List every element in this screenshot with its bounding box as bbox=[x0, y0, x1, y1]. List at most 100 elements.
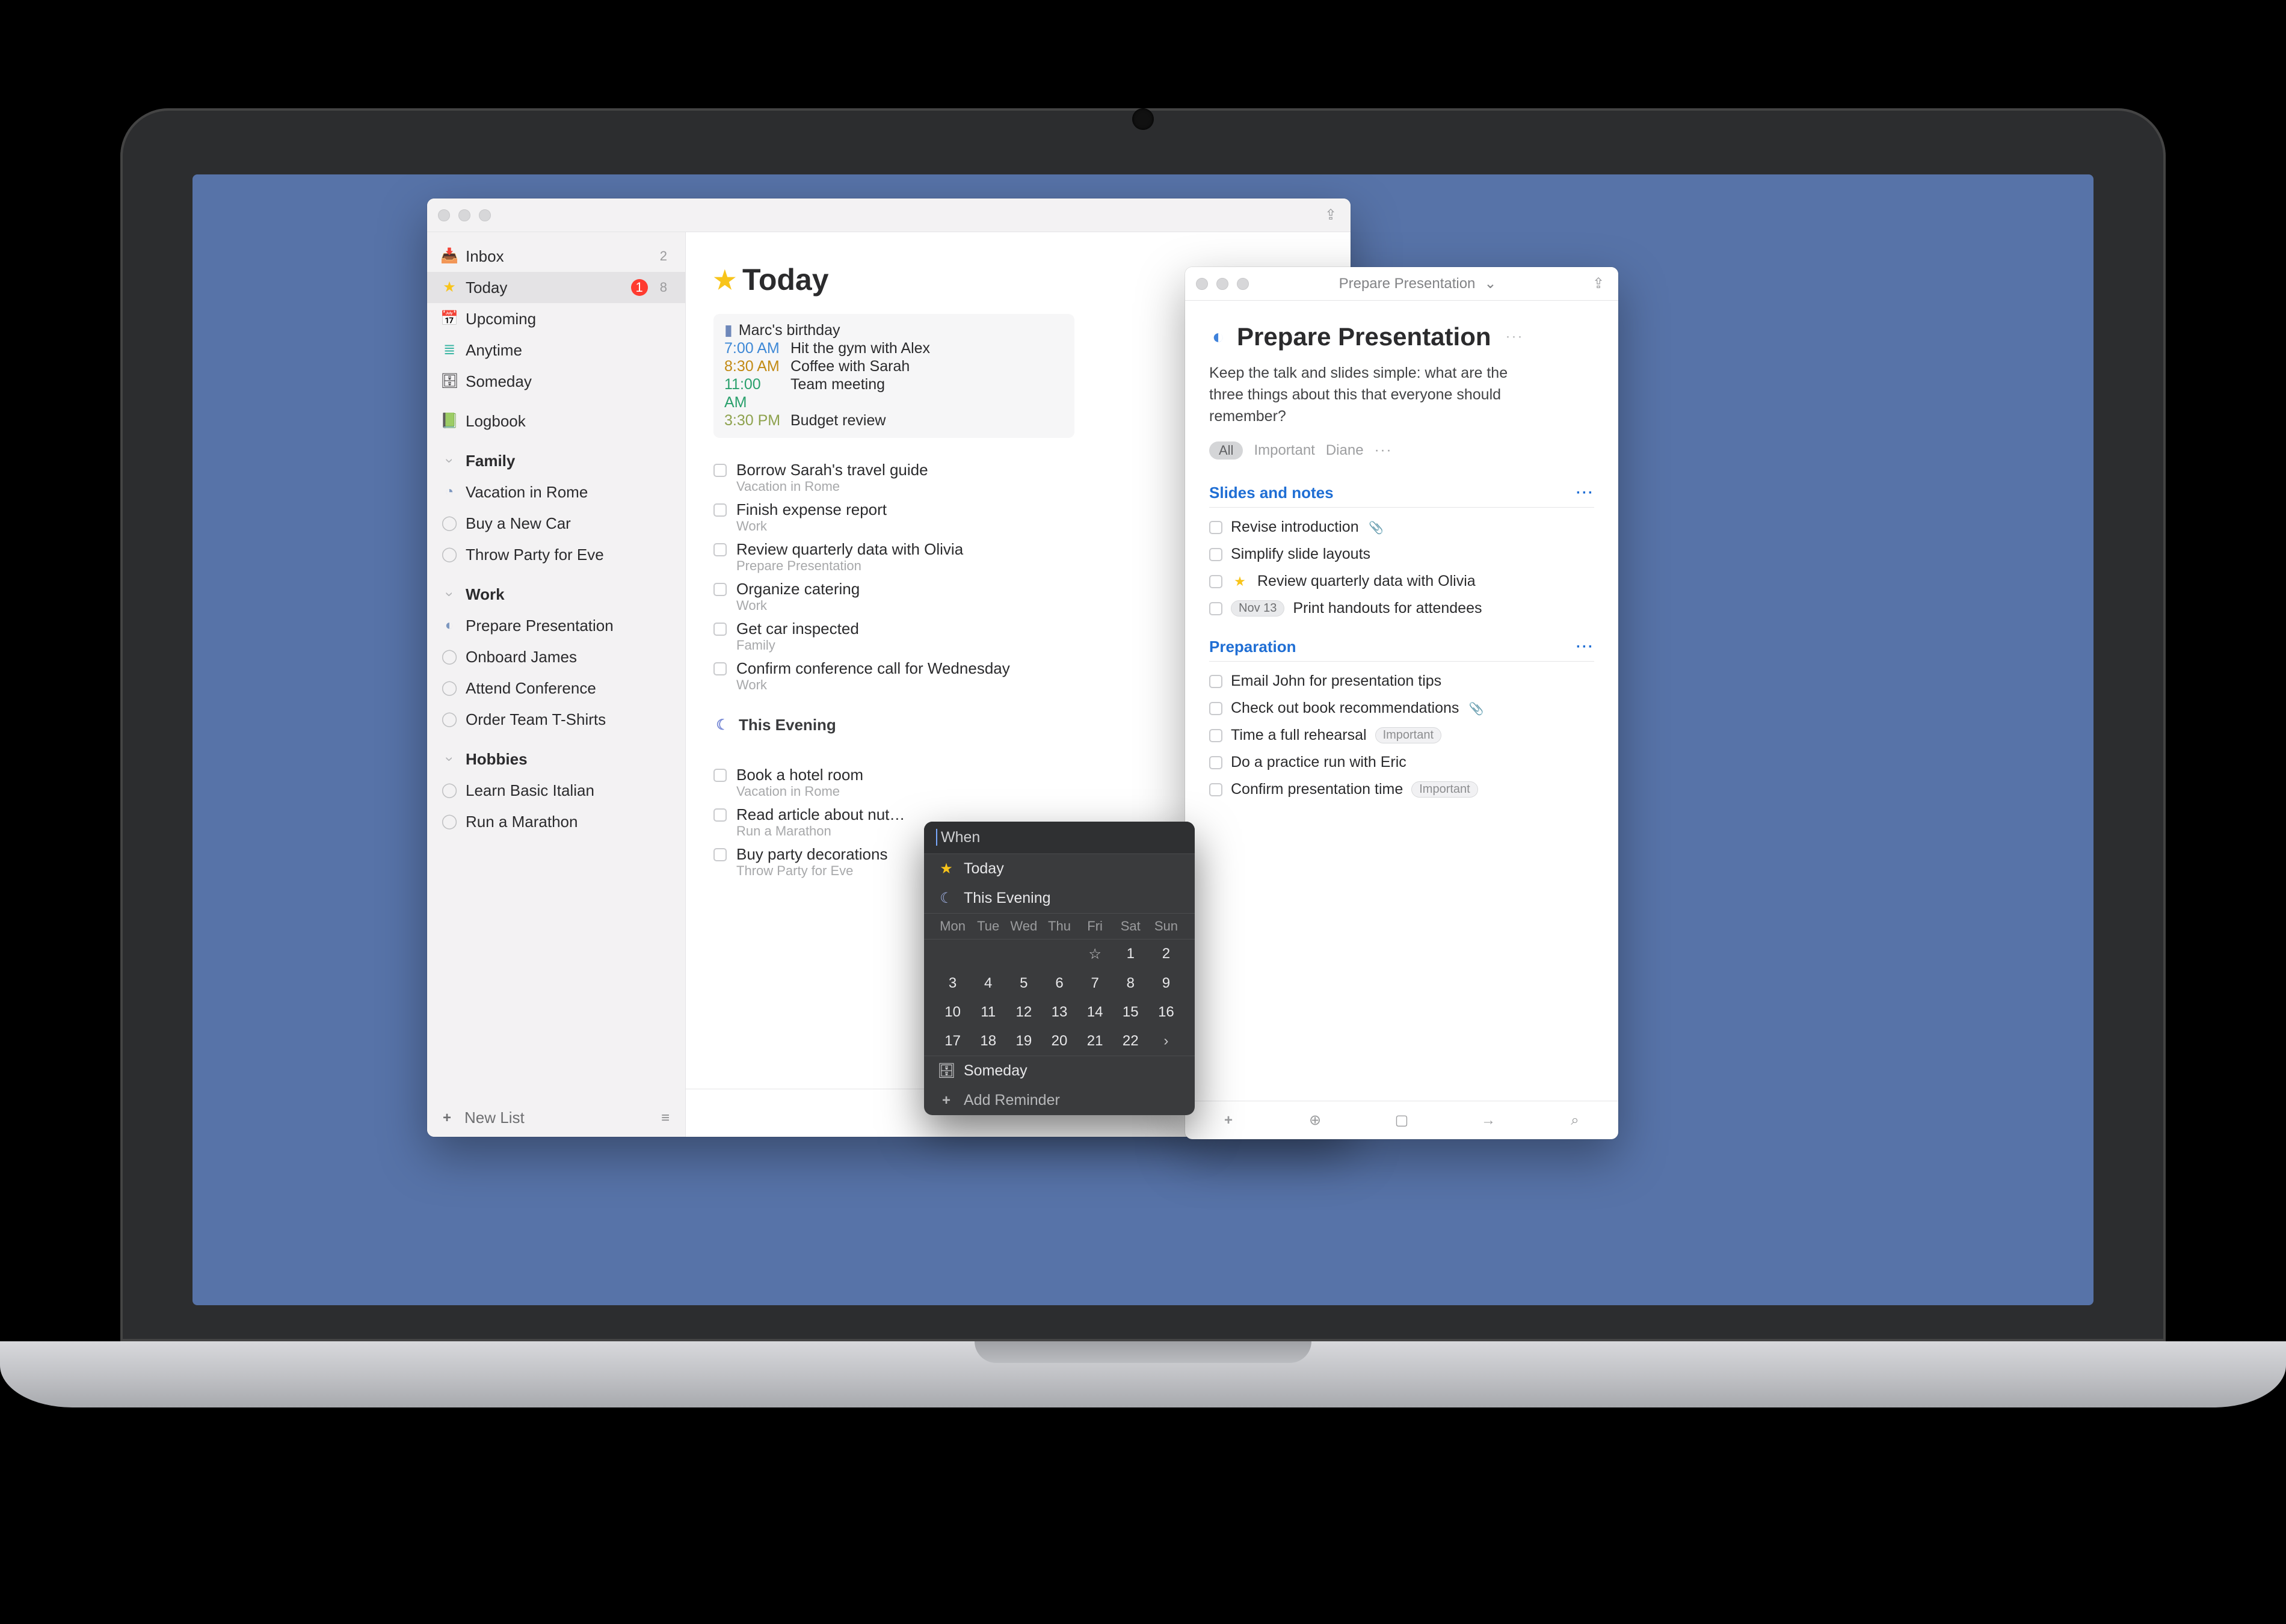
when-add-reminder[interactable]: Add Reminder bbox=[924, 1086, 1195, 1115]
when-search[interactable]: When bbox=[924, 822, 1195, 854]
calendar-day[interactable]: 13 bbox=[1041, 1000, 1077, 1024]
calendar-day[interactable]: 4 bbox=[970, 971, 1006, 995]
checkbox[interactable] bbox=[713, 503, 727, 517]
move-icon[interactable] bbox=[1479, 1112, 1497, 1129]
when-evening[interactable]: This Evening bbox=[924, 884, 1195, 913]
share-icon[interactable] bbox=[1589, 275, 1607, 292]
task-row[interactable]: Review quarterly data with Olivia bbox=[1209, 568, 1594, 595]
sidebar-item-today[interactable]: Today 1 8 bbox=[427, 272, 685, 303]
project-notes[interactable]: Keep the talk and slides simple: what ar… bbox=[1209, 362, 1546, 427]
checkbox[interactable] bbox=[1209, 675, 1222, 688]
calendar-day[interactable]: 8 bbox=[1113, 971, 1148, 995]
sidebar-project-conference[interactable]: Attend Conference bbox=[427, 672, 685, 704]
task-row[interactable]: Email John for presentation tips bbox=[1209, 668, 1594, 695]
settings-icon[interactable] bbox=[656, 1110, 674, 1127]
calendar-day[interactable]: 5 bbox=[1006, 971, 1041, 995]
sidebar-project-italian[interactable]: Learn Basic Italian bbox=[427, 775, 685, 806]
calendar-day[interactable]: 17 bbox=[935, 1029, 970, 1053]
new-task-icon[interactable] bbox=[1219, 1112, 1237, 1129]
more-filters-icon[interactable] bbox=[1375, 442, 1393, 459]
calendar-day[interactable]: 16 bbox=[1148, 1000, 1184, 1024]
filter-diane[interactable]: Diane bbox=[1326, 442, 1364, 459]
search-icon[interactable] bbox=[1566, 1112, 1584, 1129]
when-today[interactable]: Today bbox=[924, 854, 1195, 884]
sidebar-item-upcoming[interactable]: Upcoming bbox=[427, 303, 685, 334]
sidebar-project-presentation[interactable]: Prepare Presentation bbox=[427, 610, 685, 641]
calendar-day[interactable]: 6 bbox=[1041, 971, 1077, 995]
checkbox[interactable] bbox=[1209, 729, 1222, 742]
checkbox[interactable] bbox=[1209, 702, 1222, 715]
checkbox[interactable] bbox=[713, 769, 727, 782]
checkbox[interactable] bbox=[1209, 756, 1222, 769]
task-row[interactable]: Nov 13Print handouts for attendees bbox=[1209, 595, 1594, 622]
minimize-dot[interactable] bbox=[1216, 278, 1228, 290]
zoom-dot[interactable] bbox=[1237, 278, 1249, 290]
checkbox[interactable] bbox=[713, 543, 727, 556]
task-row[interactable]: Do a practice run with Eric bbox=[1209, 749, 1594, 776]
checkbox[interactable] bbox=[1209, 575, 1222, 588]
calendar-day[interactable]: 12 bbox=[1006, 1000, 1041, 1024]
calendar-day[interactable]: 18 bbox=[970, 1029, 1006, 1053]
calendar-today[interactable] bbox=[1077, 942, 1113, 967]
close-dot[interactable] bbox=[1196, 278, 1208, 290]
minimize-dot[interactable] bbox=[458, 209, 470, 221]
calendar-day[interactable]: 1 bbox=[1113, 942, 1148, 967]
task-row[interactable]: Simplify slide layouts bbox=[1209, 541, 1594, 568]
calendar-day[interactable]: 3 bbox=[935, 971, 970, 995]
sidebar-item-someday[interactable]: Someday bbox=[427, 366, 685, 397]
share-icon[interactable] bbox=[1322, 206, 1340, 224]
calendar-day[interactable]: 15 bbox=[1113, 1000, 1148, 1024]
checkbox[interactable] bbox=[713, 848, 727, 861]
heading-more-icon[interactable] bbox=[1576, 485, 1594, 502]
heading-slides[interactable]: Slides and notes bbox=[1209, 484, 1594, 508]
window-title[interactable]: Prepare Presentation bbox=[1249, 275, 1589, 292]
close-dot[interactable] bbox=[438, 209, 450, 221]
when-icon[interactable] bbox=[1393, 1112, 1411, 1129]
task-row[interactable]: Time a full rehearsalImportant bbox=[1209, 722, 1594, 749]
zoom-dot[interactable] bbox=[479, 209, 491, 221]
calendar-day[interactable]: 7 bbox=[1077, 971, 1113, 995]
calendar-day[interactable]: 22 bbox=[1113, 1029, 1148, 1053]
heading-preparation[interactable]: Preparation bbox=[1209, 638, 1594, 662]
filter-all[interactable]: All bbox=[1209, 441, 1243, 460]
calendar-day[interactable]: 9 bbox=[1148, 971, 1184, 995]
calendar-day[interactable]: 2 bbox=[1148, 942, 1184, 967]
sidebar-project-onboard[interactable]: Onboard James bbox=[427, 641, 685, 672]
calendar-day[interactable]: 11 bbox=[970, 1000, 1006, 1024]
checkbox[interactable] bbox=[713, 808, 727, 822]
checkbox[interactable] bbox=[713, 623, 727, 636]
sidebar-project-tshirts[interactable]: Order Team T-Shirts bbox=[427, 704, 685, 735]
sidebar-item-inbox[interactable]: Inbox 2 bbox=[427, 241, 685, 272]
calendar-next[interactable] bbox=[1148, 1029, 1184, 1053]
checkbox[interactable] bbox=[1209, 783, 1222, 796]
sidebar-project-vacation[interactable]: Vacation in Rome bbox=[427, 476, 685, 508]
sidebar-project-marathon[interactable]: Run a Marathon bbox=[427, 806, 685, 837]
task-row[interactable]: Check out book recommendations bbox=[1209, 695, 1594, 722]
checkbox[interactable] bbox=[1209, 548, 1222, 561]
calendar-day[interactable]: 20 bbox=[1041, 1029, 1077, 1053]
when-someday[interactable]: Someday bbox=[924, 1056, 1195, 1086]
sidebar-area-work[interactable]: Work bbox=[427, 579, 685, 610]
sidebar-item-logbook[interactable]: Logbook bbox=[427, 405, 685, 437]
calendar-day[interactable]: 10 bbox=[935, 1000, 970, 1024]
calendar-day[interactable]: 21 bbox=[1077, 1029, 1113, 1053]
filter-important[interactable]: Important bbox=[1254, 442, 1314, 459]
sidebar-project-party[interactable]: Throw Party for Eve bbox=[427, 539, 685, 570]
checkbox[interactable] bbox=[713, 464, 727, 477]
task-row[interactable]: Revise introduction bbox=[1209, 514, 1594, 541]
calendar-day[interactable]: 14 bbox=[1077, 1000, 1113, 1024]
sidebar-area-hobbies[interactable]: Hobbies bbox=[427, 743, 685, 775]
new-list-button[interactable]: New List bbox=[438, 1109, 525, 1127]
checkbox[interactable] bbox=[713, 583, 727, 596]
calendar-day[interactable]: 19 bbox=[1006, 1029, 1041, 1053]
more-icon[interactable] bbox=[1506, 328, 1524, 345]
checkbox[interactable] bbox=[713, 662, 727, 675]
sidebar-area-family[interactable]: Family bbox=[427, 445, 685, 476]
task-row[interactable]: Confirm presentation timeImportant bbox=[1209, 776, 1594, 803]
checkbox[interactable] bbox=[1209, 602, 1222, 615]
new-heading-icon[interactable] bbox=[1306, 1112, 1324, 1129]
checkbox[interactable] bbox=[1209, 521, 1222, 534]
heading-more-icon[interactable] bbox=[1576, 639, 1594, 656]
sidebar-item-anytime[interactable]: Anytime bbox=[427, 334, 685, 366]
sidebar-project-car[interactable]: Buy a New Car bbox=[427, 508, 685, 539]
